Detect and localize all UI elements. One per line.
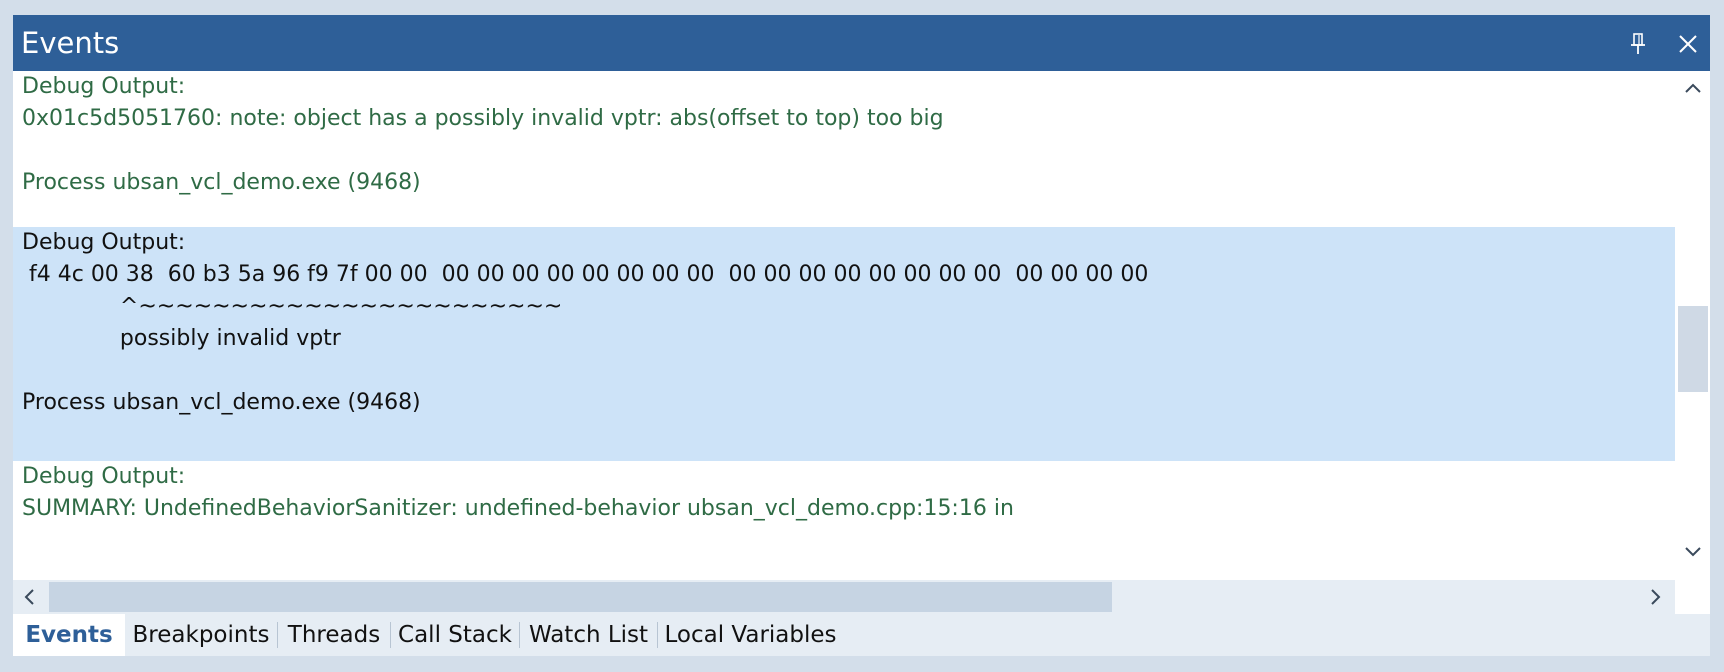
chevron-left-icon[interactable] bbox=[18, 585, 42, 609]
vertical-scroll-thumb[interactable] bbox=[1678, 306, 1708, 392]
event-line: ^~~~~~~~~~~~~~~~~~~~~~~~ bbox=[22, 294, 563, 319]
tab-threads[interactable]: Threads bbox=[278, 614, 390, 656]
scrollbar-corner bbox=[1675, 580, 1710, 614]
event-line bbox=[13, 355, 1675, 387]
events-list[interactable]: Debug Output: 0x01c5d5051760: note: obje… bbox=[13, 71, 1675, 580]
tab-events[interactable]: Events bbox=[13, 614, 125, 656]
horizontal-scrollbar[interactable] bbox=[13, 580, 1675, 614]
event-line: possibly invalid vptr bbox=[22, 326, 341, 351]
tab-call-stack[interactable]: Call Stack bbox=[391, 614, 519, 656]
tab-watch-list[interactable]: Watch List bbox=[520, 614, 657, 656]
tab-bar: Events Breakpoints Threads Call Stack Wa… bbox=[13, 614, 1710, 656]
event-item-selected[interactable]: Debug Output: f4 4c 00 38 60 b3 5a 96 f9… bbox=[13, 227, 1675, 461]
chevron-right-icon[interactable] bbox=[1643, 585, 1667, 609]
event-item[interactable]: Debug Output: SUMMARY: UndefinedBehavior… bbox=[13, 461, 1675, 580]
tab-breakpoints[interactable]: Breakpoints bbox=[125, 614, 277, 656]
event-line: Process ubsan_vcl_demo.exe (9468) bbox=[22, 390, 421, 415]
event-line: 0x01c5d5051760: note: object has a possi… bbox=[22, 106, 944, 131]
vertical-scrollbar[interactable] bbox=[1675, 71, 1710, 580]
event-line: Debug Output: bbox=[22, 464, 186, 489]
chevron-up-icon[interactable] bbox=[1681, 77, 1705, 101]
event-line: SUMMARY: UndefinedBehaviorSanitizer: und… bbox=[22, 496, 1014, 521]
event-line: Debug Output: bbox=[22, 230, 186, 255]
event-line: Process ubsan_vcl_demo.exe (9468) bbox=[22, 170, 421, 195]
horizontal-scroll-thumb[interactable] bbox=[49, 582, 1112, 612]
event-line: Debug Output: bbox=[22, 74, 186, 99]
close-icon[interactable] bbox=[1673, 29, 1703, 59]
event-line bbox=[13, 135, 1675, 167]
event-item[interactable]: Debug Output: 0x01c5d5051760: note: obje… bbox=[13, 71, 1675, 227]
events-panel: Events Debug Output: 0x01c5d5051760: not… bbox=[13, 15, 1710, 656]
event-line: f4 4c 00 38 60 b3 5a 96 f9 7f 00 00 00 0… bbox=[22, 262, 1149, 287]
panel-title: Events bbox=[21, 26, 120, 60]
title-bar: Events bbox=[13, 15, 1710, 71]
chevron-down-icon[interactable] bbox=[1681, 539, 1705, 563]
tab-local-variables[interactable]: Local Variables bbox=[658, 614, 843, 656]
pin-icon[interactable] bbox=[1623, 29, 1653, 59]
